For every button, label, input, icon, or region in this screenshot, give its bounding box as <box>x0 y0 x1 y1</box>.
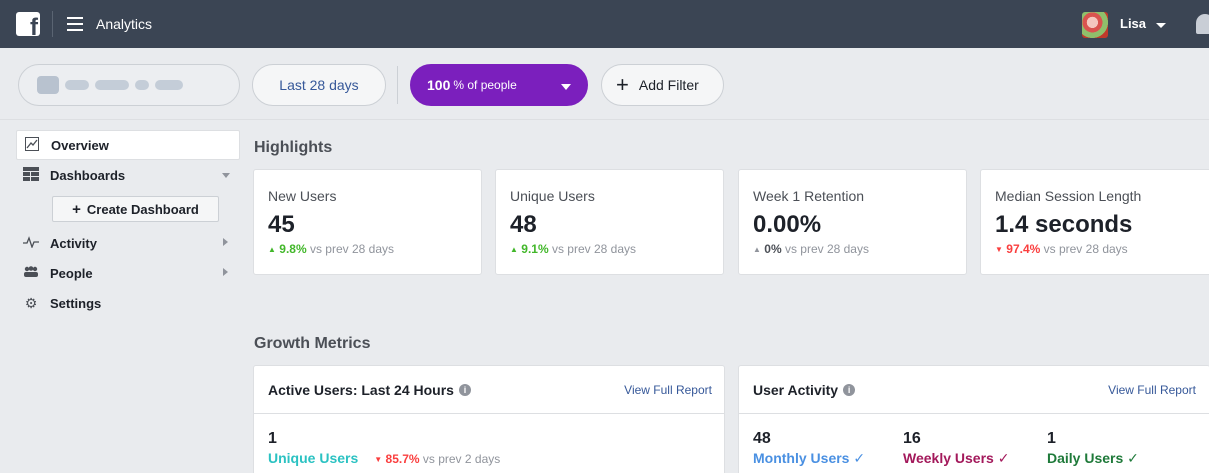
blurred-app-name <box>37 76 183 94</box>
metric-value: 1.4 seconds <box>995 211 1133 238</box>
view-full-report-link[interactable]: View Full Report <box>624 383 712 397</box>
highlight-card-unique-users[interactable]: Unique Users 48 ▲ 9.1% vs prev 28 days <box>495 169 724 275</box>
date-range-filter[interactable]: Last 28 days <box>252 64 386 106</box>
info-icon[interactable]: i <box>458 383 471 396</box>
chevron-right-icon[interactable] <box>223 268 228 276</box>
sidebar-item-label: Overview <box>51 137 109 153</box>
people-filter[interactable]: 100 % of people <box>410 64 588 106</box>
filter-bar: Last 28 days 100 % of people + Add Filte… <box>0 48 1209 120</box>
triangle-up-icon: ▲ <box>510 245 518 254</box>
check-icon: ✓ <box>997 450 1010 466</box>
weekly-users-stat[interactable]: 16 Weekly Users ✓ <box>903 430 1009 467</box>
card-body: 48 Monthly Users ✓ 16 Weekly Users ✓ 1 D… <box>739 414 1209 473</box>
user-activity-card: User Activity i View Full Report 48 Month… <box>738 365 1209 473</box>
metric-delta: ▼ 85.7% vs prev 2 days <box>374 452 501 466</box>
sidebar: Overview Dashboards + Create Dashboard A… <box>16 130 240 318</box>
chevron-down-icon <box>561 84 571 90</box>
card-header: Active Users: Last 24 Hours i View Full R… <box>254 366 724 414</box>
create-dashboard-label: Create Dashboard <box>86 201 199 217</box>
triangle-down-icon: ▼ <box>374 455 383 464</box>
daily-users-stat[interactable]: 1 Daily Users ✓ <box>1047 430 1139 467</box>
sidebar-item-people[interactable]: People <box>16 258 240 288</box>
highlight-card-new-users[interactable]: New Users 45 ▲ 9.8% vs prev 28 days <box>253 169 482 275</box>
top-navigation-bar: f Analytics Lisa <box>0 0 1209 48</box>
divider <box>52 11 53 37</box>
chevron-right-icon[interactable] <box>223 238 228 246</box>
app-selector[interactable] <box>18 64 240 106</box>
triangle-down-icon: ▼ <box>995 245 1003 254</box>
sidebar-item-label: Dashboards <box>50 167 126 183</box>
sidebar-item-label: Settings <box>50 295 102 311</box>
gear-icon: ⚙ <box>24 294 38 311</box>
metric-delta: ▲ 9.1% vs prev 28 days <box>510 242 636 256</box>
card-title: Active Users: Last 24 Hours i <box>268 382 471 398</box>
highlight-card-week1-retention[interactable]: Week 1 Retention 0.00% ▲ 0% vs prev 28 d… <box>738 169 967 275</box>
people-percent: 100 <box>427 77 451 93</box>
unique-users-label: Unique Users <box>268 450 359 466</box>
metric-label: Week 1 Retention <box>753 188 865 204</box>
sidebar-item-dashboards[interactable]: Dashboards <box>16 160 240 190</box>
metric-value: 45 <box>268 211 295 238</box>
app-title: Analytics <box>96 16 153 32</box>
menu-icon[interactable] <box>67 17 83 31</box>
stat-label: Weekly Users ✓ <box>903 450 1010 466</box>
info-icon[interactable]: i <box>843 383 856 396</box>
sidebar-item-overview[interactable]: Overview <box>16 130 240 160</box>
card-header: User Activity i View Full Report <box>739 366 1209 414</box>
monthly-users-stat[interactable]: 48 Monthly Users ✓ <box>753 430 865 467</box>
check-icon: ✓ <box>853 450 866 466</box>
active-users-card: Active Users: Last 24 Hours i View Full R… <box>253 365 725 473</box>
metric-label: New Users <box>268 188 337 204</box>
divider <box>397 66 398 104</box>
growth-metrics-title: Growth Metrics <box>254 335 371 352</box>
stat-value: 16 <box>903 430 921 447</box>
chevron-down-icon[interactable] <box>1156 23 1166 28</box>
metric-label: Unique Users <box>510 188 595 204</box>
metric-delta: ▲ 0% vs prev 28 days <box>753 242 869 256</box>
facebook-logo[interactable]: f <box>16 12 40 36</box>
user-name[interactable]: Lisa <box>1120 16 1146 31</box>
highlights-title: Highlights <box>254 139 333 156</box>
stat-value: 48 <box>753 430 771 447</box>
metric-delta: ▼ 97.4% vs prev 28 days <box>995 242 1128 256</box>
metric-value: 48 <box>510 211 537 238</box>
logo-letter: f <box>30 14 38 37</box>
sidebar-item-activity[interactable]: Activity <box>16 228 240 258</box>
people-icon <box>22 265 40 281</box>
add-filter-button[interactable]: + Add Filter <box>601 64 724 106</box>
chart-icon <box>23 136 41 154</box>
view-full-report-link[interactable]: View Full Report <box>1108 383 1196 397</box>
people-percent-label: % of people <box>453 78 517 92</box>
notification-bell-icon[interactable] <box>1196 14 1209 34</box>
active-users-value: 1 <box>268 430 277 447</box>
plus-icon: + <box>616 72 629 97</box>
metric-value: 0.00% <box>753 211 822 238</box>
add-filter-label: Add Filter <box>638 77 699 93</box>
triangle-up-icon: ▲ <box>753 245 761 254</box>
grid-icon <box>22 166 40 184</box>
highlight-card-median-session[interactable]: Median Session Length 1.4 seconds ▼ 97.4… <box>980 169 1209 275</box>
create-dashboard-button[interactable]: + Create Dashboard <box>52 196 219 222</box>
check-icon: ✓ <box>1127 450 1139 466</box>
sidebar-item-settings[interactable]: ⚙ Settings <box>16 288 240 318</box>
stat-value: 1 <box>1047 430 1056 447</box>
stat-label: Daily Users ✓ <box>1047 450 1139 466</box>
triangle-up-icon: ▲ <box>268 245 276 254</box>
avatar[interactable] <box>1082 12 1108 38</box>
card-title: User Activity i <box>753 382 856 398</box>
plus-icon: + <box>72 200 81 218</box>
sidebar-item-label: Activity <box>50 235 97 251</box>
pulse-icon <box>22 235 40 251</box>
chevron-down-icon[interactable] <box>222 173 230 178</box>
card-body: 1 Unique Users ▼ 85.7% vs prev 2 days <box>254 414 724 466</box>
sidebar-item-label: People <box>50 265 93 281</box>
metric-delta: ▲ 9.8% vs prev 28 days <box>268 242 394 256</box>
active-users-row: Unique Users ▼ 85.7% vs prev 2 days <box>268 450 724 466</box>
metric-label: Median Session Length <box>995 188 1142 204</box>
stat-label: Monthly Users ✓ <box>753 450 866 466</box>
